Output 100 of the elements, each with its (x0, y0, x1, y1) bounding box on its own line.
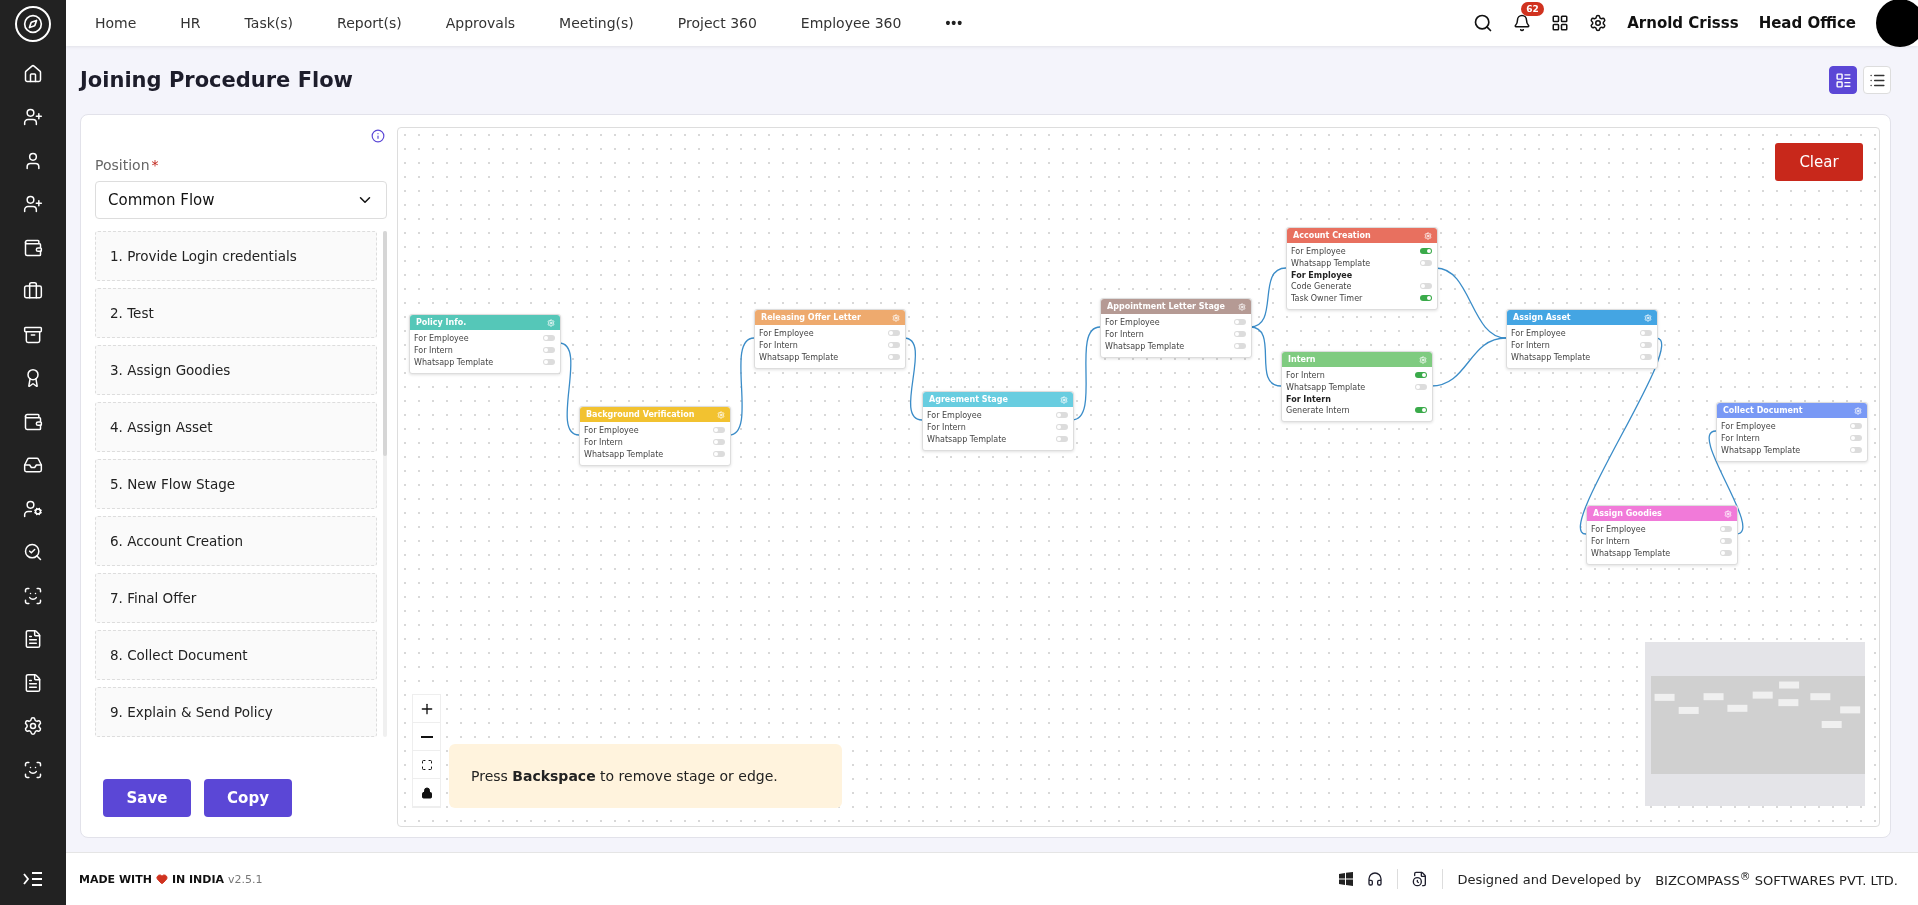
stage-item[interactable]: 4. Assign Asset (95, 402, 377, 452)
toggle-switch[interactable] (1234, 343, 1246, 349)
stage-node[interactable]: Intern For Intern Whatsapp Template For Intern Generate Intern (1281, 351, 1433, 422)
nav-link[interactable]: HR (180, 15, 201, 31)
toggle-switch[interactable] (1850, 423, 1862, 429)
toggle-switch[interactable] (1720, 538, 1732, 544)
nav-link[interactable]: Home (95, 15, 137, 31)
toggle-switch[interactable] (1420, 248, 1432, 254)
toggle-label: For Intern (414, 345, 453, 355)
toggle-switch[interactable] (1056, 436, 1068, 442)
toggle-switch[interactable] (1234, 319, 1246, 325)
avatar[interactable] (1876, 0, 1918, 47)
clear-button[interactable]: Clear (1775, 143, 1863, 181)
toggle-switch[interactable] (543, 359, 555, 365)
user-name[interactable]: Arnold Crisss (1627, 14, 1739, 32)
scrollbar-thumb[interactable] (383, 231, 387, 456)
toggle-switch[interactable] (713, 439, 725, 445)
toggle-switch[interactable] (888, 354, 900, 360)
position-select[interactable]: Common Flow (95, 181, 387, 219)
info-icon[interactable] (371, 129, 385, 143)
toggle-label: For Employee (1511, 328, 1566, 338)
toggle-switch[interactable] (1720, 526, 1732, 532)
toggle-switch[interactable] (888, 330, 900, 336)
search-icon[interactable] (1473, 13, 1494, 33)
edge-line[interactable] (1430, 337, 1507, 387)
stage-node[interactable]: Policy Info. For Employee For Intern Whatsapp Template (409, 314, 561, 374)
toggle-switch[interactable] (1420, 295, 1432, 301)
edge-line[interactable] (558, 342, 580, 436)
stage-node[interactable]: Agreement Stage For Employee For Intern Whatsapp Template (922, 391, 1074, 451)
apps-grid-icon[interactable] (1551, 14, 1570, 32)
toggle-switch[interactable] (1640, 354, 1652, 360)
toggle-switch[interactable] (1056, 424, 1068, 430)
stage-node[interactable]: Account Creation For Employee Whatsapp Template For Employee Code Generate Task Owner Timer (1286, 227, 1438, 310)
board-view-button[interactable] (1829, 66, 1857, 94)
edge-line[interactable] (1249, 267, 1287, 328)
stage-item[interactable]: 9. Explain & Send Policy (95, 687, 377, 737)
toggle-label: For Employee (1591, 524, 1646, 534)
stage-node[interactable]: Releasing Offer Letter For Employee For Intern Whatsapp Template (754, 309, 906, 369)
toggle-switch[interactable] (543, 335, 555, 341)
toggle-switch[interactable] (1850, 447, 1862, 453)
nav-link[interactable]: Project 360 (677, 15, 757, 31)
toggle-switch[interactable] (1850, 435, 1862, 441)
stage-item[interactable]: 6. Account Creation (95, 516, 377, 566)
toggle-switch[interactable] (1720, 550, 1732, 556)
edge-line[interactable] (1249, 326, 1282, 387)
nav-link[interactable]: Task(s) (244, 15, 294, 31)
stage-item[interactable]: 1. Provide Login credentials (95, 231, 377, 281)
toggle-label: Whatsapp Template (1591, 548, 1671, 558)
file-clock-icon[interactable] (1412, 871, 1429, 887)
node-title: Policy Info. (416, 318, 467, 327)
in-india-text: IN INDIA (171, 872, 225, 886)
edge-line[interactable] (1435, 267, 1507, 339)
toggle-switch[interactable] (713, 451, 725, 457)
toggle-switch[interactable] (1234, 331, 1246, 337)
minus-icon (420, 735, 433, 738)
toggle-switch[interactable] (1640, 342, 1652, 348)
toggle-switch[interactable] (543, 347, 555, 353)
stage-node[interactable]: Background Verification For Employee For Intern Whatsapp Template (579, 406, 731, 466)
edge-line[interactable] (903, 337, 923, 421)
toggle-switch[interactable] (1056, 412, 1068, 418)
compass-logo-icon[interactable] (15, 6, 51, 42)
nav-link[interactable]: Meeting(s) (559, 15, 634, 31)
more-button[interactable]: ••• (945, 15, 964, 31)
stage-node[interactable]: Appointment Letter Stage For Employee For Intern Whatsapp Template (1100, 298, 1252, 358)
toggle-label: Whatsapp Template (1286, 382, 1366, 392)
edge-line[interactable] (728, 337, 755, 436)
node-title: Assign Goodies (1593, 509, 1662, 518)
toggle-label: For Employee (1721, 421, 1776, 431)
toggle-switch[interactable] (1415, 384, 1427, 390)
headset-icon[interactable] (1367, 871, 1384, 887)
toggle-switch[interactable] (1420, 283, 1432, 289)
nav-link[interactable]: Approvals (445, 15, 516, 31)
stage-item[interactable]: 3. Assign Goodies (95, 345, 377, 395)
nav-link[interactable]: Employee 360 (800, 15, 902, 31)
nav-link[interactable]: Report(s) (337, 15, 402, 31)
toggle-label: For Intern (1286, 370, 1325, 380)
lock-icon (420, 786, 433, 799)
settings-icon[interactable] (1589, 14, 1608, 32)
windows-icon[interactable] (1339, 872, 1354, 886)
stage-item[interactable]: 5. New Flow Stage (95, 459, 377, 509)
stage-item[interactable]: 8. Collect Document (95, 630, 377, 680)
bell-icon[interactable] (1513, 14, 1532, 32)
list-view-button[interactable] (1863, 66, 1891, 94)
stage-item[interactable]: 2. Test (95, 288, 377, 338)
toggle-label: Task Owner Timer (1291, 293, 1363, 303)
toggle-switch[interactable] (1415, 407, 1427, 413)
toggle-label: For Employee (927, 410, 982, 420)
toggle-switch[interactable] (888, 342, 900, 348)
toggle-switch[interactable] (713, 427, 725, 433)
stage-node[interactable]: Assign Goodies For Employee For Intern Whatsapp Template (1586, 505, 1738, 565)
copy-button[interactable]: Copy (204, 779, 292, 817)
toggle-switch[interactable] (1420, 260, 1432, 266)
toggle-switch[interactable] (1640, 330, 1652, 336)
toggle-switch[interactable] (1415, 372, 1427, 378)
save-button[interactable]: Save (103, 779, 191, 817)
stage-node[interactable]: Collect Document For Employee For Intern Whatsapp Template (1716, 402, 1868, 462)
stage-node[interactable]: Assign Asset For Employee For Intern Whatsapp Template (1506, 309, 1658, 369)
stage-item[interactable]: 7. Final Offer (95, 573, 377, 623)
branch-name[interactable]: Head Office (1758, 14, 1856, 32)
edge-line[interactable] (1071, 326, 1101, 421)
